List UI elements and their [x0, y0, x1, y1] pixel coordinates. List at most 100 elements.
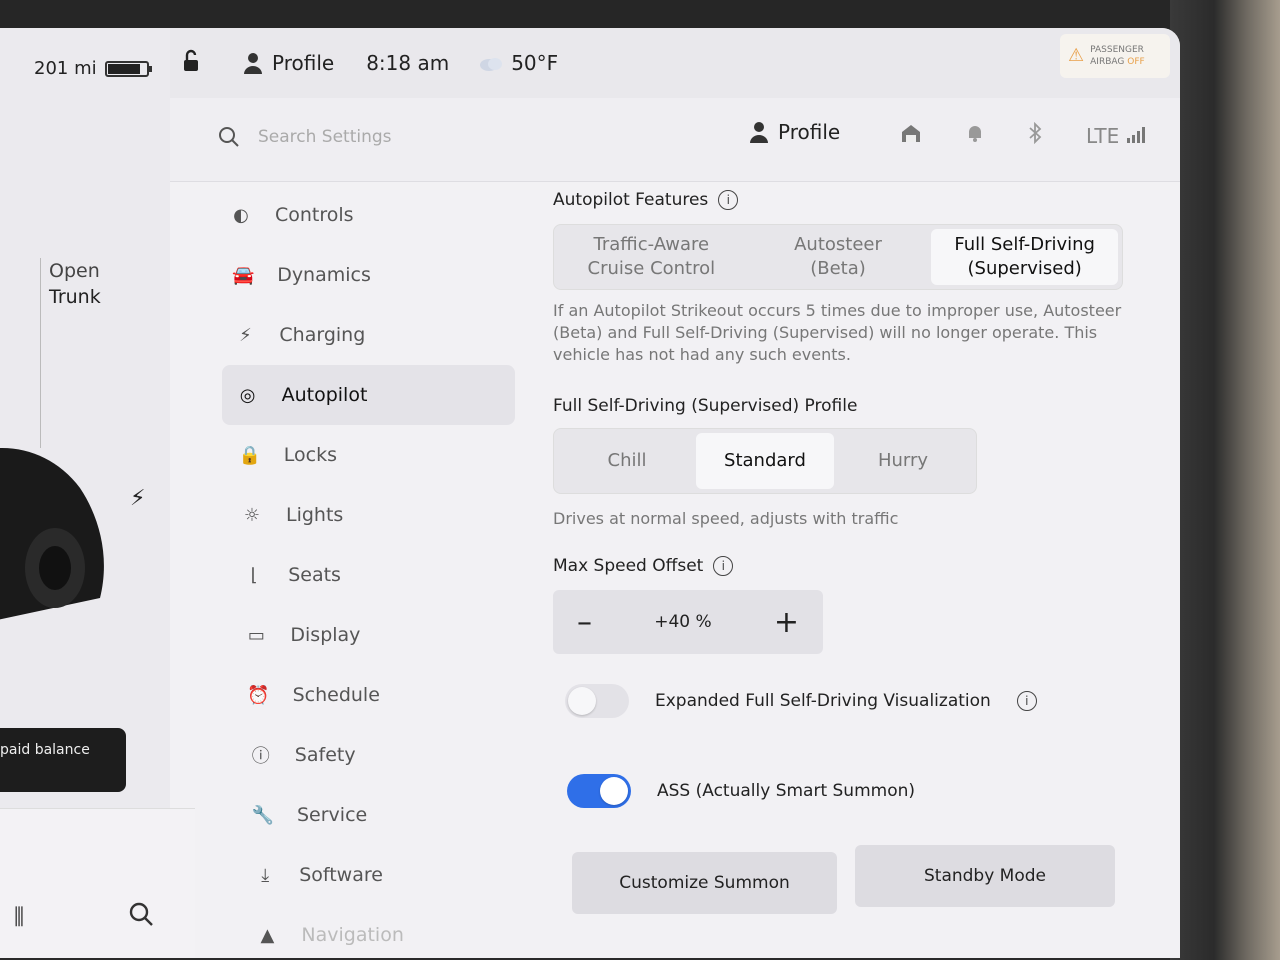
info-icon[interactable]: i [713, 556, 734, 576]
info-icon[interactable]: i [718, 190, 739, 210]
sidebar-item-charging[interactable]: ⚡ Charging [219, 305, 515, 365]
toggle-knob [568, 687, 596, 715]
ass-toggle[interactable] [567, 774, 631, 808]
sidebar-item-label: Service [297, 804, 368, 826]
car-image [0, 448, 104, 620]
option-autosteer-beta[interactable]: Autosteer (Beta) [745, 229, 932, 285]
car-bottom-bar: ⫼ [0, 808, 195, 958]
standby-mode-label: Standby Mode [923, 866, 1046, 886]
notification-bell-icon[interactable] [966, 123, 984, 148]
bluetooth-icon[interactable] [1028, 121, 1042, 149]
fsd-profile-title: Full Self-Driving (Supervised) Profile [553, 396, 1133, 416]
weather: 50°F [479, 51, 558, 75]
settings-sidebar: ◐ Controls 🚘 Dynamics ⚡ Charging ◎ Autopilot 🔒 Lo… [215, 185, 515, 960]
profile-label: Profile [272, 51, 335, 75]
option-traffic-aware-cruise-control[interactable]: Traffic-Aware Cruise Control [558, 229, 745, 285]
sidebar-item-label: Locks [283, 444, 338, 466]
airbag-line1: PASSENGER [1090, 45, 1144, 55]
option-line2: (Supervised) [967, 258, 1082, 279]
sidebar-item-service[interactable]: 🔧 Service [237, 785, 515, 845]
sidebar-item-schedule[interactable]: ⏰ Schedule [233, 665, 515, 725]
airbag-icon: ⚠ [1068, 45, 1085, 66]
sidebar-item-label: Charging [279, 324, 366, 346]
range-value: 201 mi [34, 58, 97, 79]
home-garage-icon[interactable] [900, 122, 922, 149]
airbag-state: OFF [1127, 57, 1145, 67]
expanded-viz-toggle[interactable] [565, 684, 629, 718]
increase-button[interactable]: + [774, 605, 799, 640]
profile-option-chill[interactable]: Chill [558, 433, 696, 489]
sidebar-item-display[interactable]: ▭ Display [230, 605, 515, 665]
wrench-icon: 🔧 [251, 804, 275, 826]
sidebar-item-label: Software [299, 864, 383, 886]
toggle-icon: ◐ [233, 204, 249, 226]
car-icon: 🚘 [231, 264, 255, 286]
alarm-icon: ⏰ [247, 684, 270, 706]
search-icon [219, 127, 239, 147]
option-line1: Traffic-Aware [593, 234, 710, 255]
sidebar-item-dynamics[interactable]: 🚘 Dynamics [217, 245, 515, 305]
info-icon[interactable]: i [1016, 691, 1037, 711]
lte-label: LTE [1086, 123, 1120, 148]
person-icon [244, 53, 262, 74]
range-status: 201 mi [34, 58, 152, 79]
sidebar-item-safety[interactable]: ⓘ Safety [235, 725, 515, 785]
expanded-viz-label: Expanded Full Self-Driving Visualization [655, 691, 991, 711]
sidebar-item-controls[interactable]: ◐ Controls [215, 185, 515, 245]
max-speed-offset-title: Max Speed Offset i [553, 556, 1133, 576]
expanded-viz-row: Expanded Full Self-Driving Visualization… [565, 684, 1133, 718]
standby-mode-button[interactable]: Standby Mode [855, 845, 1115, 907]
sidebar-item-label: Autopilot [281, 384, 368, 406]
sidebar-item-autopilot[interactable]: ◎ Autopilot [221, 365, 515, 425]
seat-icon: ⌊ [250, 564, 258, 586]
search-settings-input[interactable] [258, 127, 478, 147]
fsd-profile-description: Drives at normal speed, adjusts with tra… [553, 509, 899, 528]
battery-icon [104, 60, 152, 77]
profile-button[interactable]: Profile [244, 51, 334, 75]
download-icon: ⤓ [261, 864, 270, 886]
header-profile-button[interactable]: Profile [750, 120, 840, 144]
unlock-icon[interactable] [180, 49, 202, 78]
sliders-icon[interactable]: ⫼ [14, 905, 24, 930]
cloud-icon [480, 58, 503, 71]
autopilot-features-title: Autopilot Features i [553, 190, 1133, 210]
bolt-icon: ⚡ [239, 324, 252, 346]
display-icon: ▭ [247, 624, 265, 646]
sidebar-item-software[interactable]: ⤓ Software [239, 845, 515, 905]
open-trunk-line2: Trunk [49, 286, 101, 308]
sidebar-item-locks[interactable]: 🔒 Locks [224, 425, 515, 485]
option-line2: (Beta) [810, 258, 866, 279]
airbag-line2: AIRBAG [1090, 57, 1125, 67]
temperature: 50°F [511, 51, 559, 75]
sidebar-item-seats[interactable]: ⌊ Seats [228, 545, 515, 605]
sidebar-item-navigation[interactable]: ▲ Navigation [241, 905, 515, 960]
settings-search [218, 126, 478, 148]
settings-header: Profile LTE [170, 98, 1180, 182]
option-line1: Autosteer [794, 234, 882, 255]
search-icon[interactable] [128, 901, 154, 931]
decrease-button[interactable]: – [577, 605, 592, 640]
fsd-profile-label: Full Self-Driving (Supervised) Profile [553, 396, 858, 416]
bezel-top [0, 0, 1280, 30]
option-line1: Full Self-Driving [954, 234, 1095, 255]
customize-summon-button[interactable]: Customize Summon [572, 852, 837, 914]
alert-icon: ⓘ [251, 746, 270, 767]
customize-summon-label: Customize Summon [619, 873, 790, 893]
charge-port-bolt-icon[interactable]: ⚡ [130, 486, 145, 511]
sidebar-item-label: Schedule [292, 684, 380, 706]
fsd-profile-selector: Chill Standard Hurry [553, 428, 977, 494]
ass-label: ASS (Actually Smart Summon) [657, 781, 916, 801]
status-bar: Profile 8:18 am 50°F ⚠ PASSENGER AIRBAG … [170, 28, 1180, 98]
max-speed-offset-stepper: – +40 % + [553, 590, 823, 654]
sidebar-item-lights[interactable]: ☼ Lights [226, 485, 515, 545]
sidebar-item-label: Dynamics [277, 264, 371, 286]
cellular-signal-icon: LTE [1086, 124, 1148, 148]
unpaid-balance-button[interactable]: paid balance [0, 728, 126, 792]
balance-label: paid balance [0, 742, 90, 758]
profile-option-hurry[interactable]: Hurry [834, 433, 972, 489]
autopilot-features-selector: Traffic-Aware Cruise Control Autosteer (Be… [553, 224, 1123, 290]
sidebar-item-label: Safety [294, 744, 356, 766]
option-full-self-driving-supervised[interactable]: Full Self-Driving (Supervised) [931, 229, 1119, 285]
profile-option-standard[interactable]: Standard [696, 433, 834, 489]
person-icon [750, 122, 768, 143]
